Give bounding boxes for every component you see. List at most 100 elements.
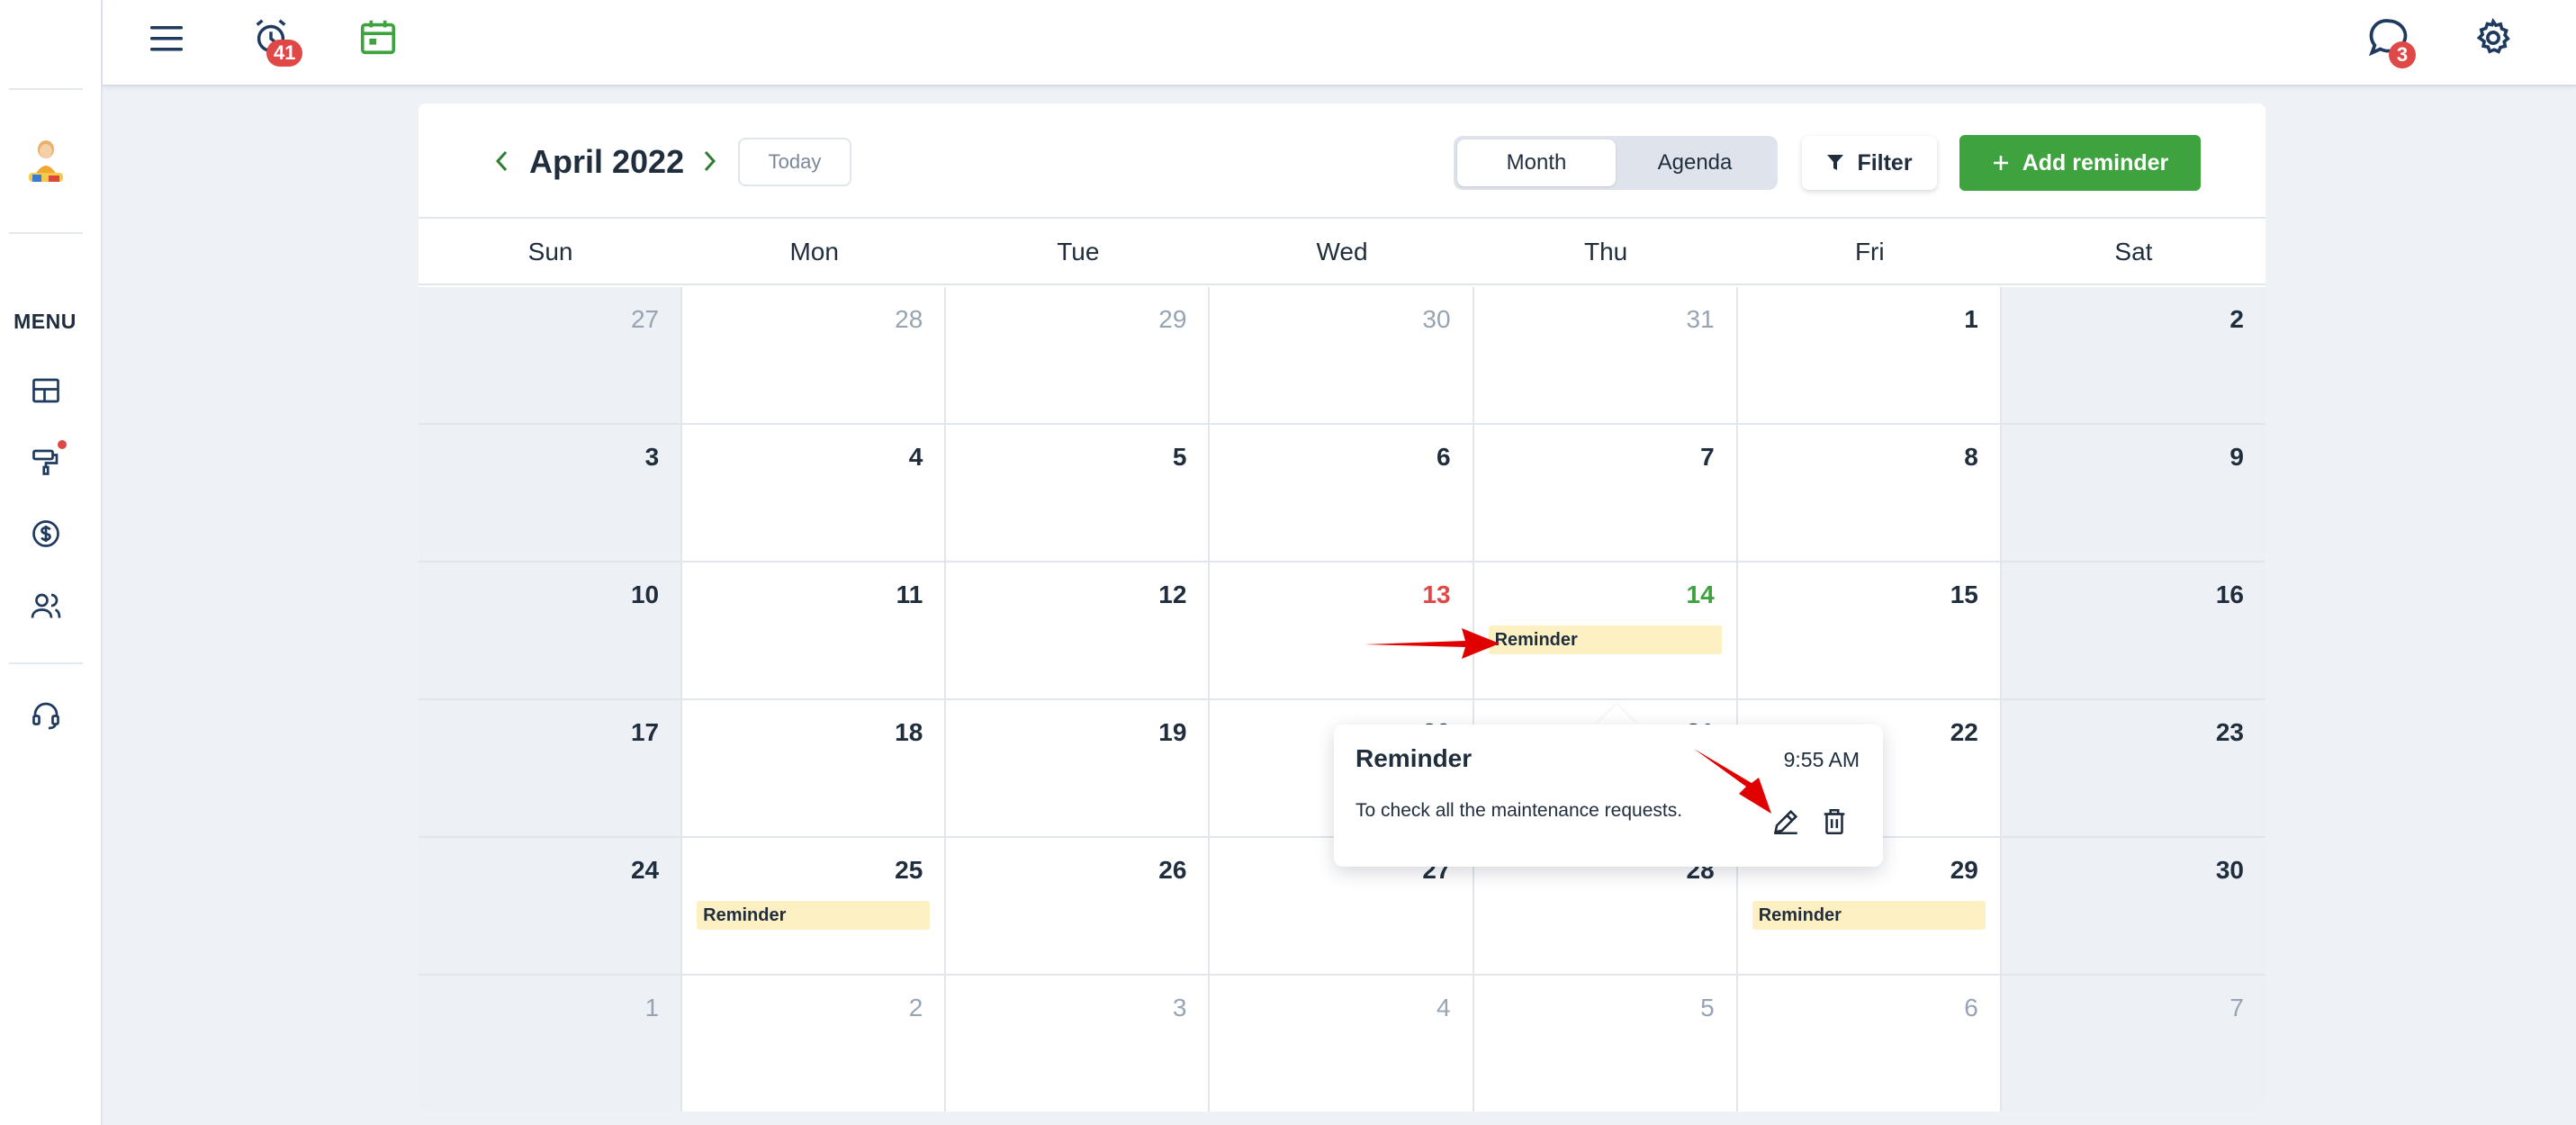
day-cell[interactable]: 30	[2001, 838, 2265, 976]
day-cell[interactable]: 15	[1737, 562, 2002, 700]
day-cell[interactable]: 18	[682, 700, 947, 838]
headset-icon[interactable]	[29, 698, 63, 732]
day-cell[interactable]: 2	[2001, 287, 2265, 425]
day-cell[interactable]: 23	[2001, 700, 2265, 838]
day-cell[interactable]: 16	[2001, 562, 2265, 700]
day-number: 13	[1422, 580, 1451, 608]
day-number: 15	[1950, 580, 1978, 608]
day-cell[interactable]: 4	[682, 425, 947, 562]
reminder-event[interactable]: Reminder	[1752, 901, 1986, 930]
settings-gear-icon[interactable]	[2470, 14, 2517, 61]
weekday-label: Fri	[1854, 238, 1885, 266]
sidebar: MENU	[0, 0, 103, 1125]
day-cell[interactable]: 6	[1210, 425, 1474, 562]
month-view-button[interactable]: Month	[1457, 140, 1616, 186]
dashboard-icon[interactable]	[29, 374, 63, 408]
users-icon[interactable]	[29, 589, 63, 623]
day-number: 11	[896, 580, 923, 608]
day-cell[interactable]: 1	[419, 976, 683, 1112]
weekday-header: Sun Mon Tue Wed Thu Fri Sat	[419, 220, 2265, 285]
day-cell[interactable]: 11	[682, 562, 947, 700]
day-cell[interactable]: 12	[946, 562, 1211, 700]
reminder-popover: Reminder 9:55 AM To check all the mainte…	[1334, 724, 1883, 867]
day-cell[interactable]: 28	[682, 287, 947, 425]
reminder-event[interactable]: Reminder	[697, 901, 931, 930]
day-number: 29	[1158, 305, 1187, 333]
day-number: 19	[1158, 718, 1187, 746]
filter-button[interactable]: Filter	[1802, 136, 1937, 190]
day-cell[interactable]: 8	[1737, 425, 2002, 562]
avatar[interactable]	[25, 137, 67, 189]
day-cell[interactable]: 24	[419, 838, 683, 976]
day-number: 3	[1172, 994, 1187, 1022]
popover-caret	[1595, 705, 1638, 726]
day-number: 24	[630, 856, 660, 884]
plus-icon	[1993, 156, 2008, 170]
day-cell[interactable]: 30	[1210, 287, 1474, 425]
hamburger-menu-icon[interactable]	[144, 18, 189, 59]
pencil-icon	[1774, 809, 1798, 835]
chat-badge: 3	[2389, 41, 2416, 68]
add-reminder-button[interactable]: Add reminder	[1959, 135, 2201, 191]
day-number: 17	[630, 718, 660, 746]
day-cell[interactable]: 5	[1473, 976, 1738, 1112]
day-number: 9	[2229, 443, 2244, 471]
day-cell[interactable]: 3	[946, 976, 1211, 1112]
weekday-label: Tue	[1057, 238, 1100, 266]
month-grid: 27 28 29 30 31 1 2 3 4 5 6 7 8 9 10 11 12 13 14 Reminder 15 1…	[419, 287, 2265, 1112]
day-cell[interactable]: 6	[1737, 976, 2002, 1112]
day-number: 8	[1964, 443, 1978, 471]
day-cell[interactable]: 1	[1737, 287, 2002, 425]
menu-label: MENU	[14, 310, 77, 333]
day-cell[interactable]: 17	[419, 700, 683, 838]
day-number: 1	[644, 994, 660, 1022]
day-cell[interactable]: 2	[682, 976, 947, 1112]
day-number: 7	[1700, 443, 1715, 471]
today-button[interactable]: Today	[738, 138, 851, 186]
day-number: 27	[630, 305, 660, 333]
day-cell[interactable]: 27	[419, 287, 683, 425]
day-cell[interactable]: 7	[1473, 425, 1738, 562]
dollar-icon[interactable]	[29, 517, 63, 551]
day-cell[interactable]: 7	[2001, 976, 2265, 1112]
day-number: 10	[630, 580, 660, 608]
trash-icon	[1824, 808, 1845, 835]
day-number: 14	[1686, 580, 1715, 608]
edit-button[interactable]	[1768, 804, 1804, 840]
day-number: 18	[895, 718, 923, 746]
day-cell[interactable]: 4	[1210, 976, 1474, 1112]
day-number: 1	[1964, 305, 1978, 333]
weekday-label: Mon	[789, 238, 839, 266]
alarm-badge: 41	[266, 40, 303, 67]
day-number: 3	[644, 443, 660, 471]
popover-title: Reminder	[1356, 744, 1473, 772]
view-toggle: Month Agenda	[1454, 136, 1778, 190]
day-cell[interactable]: 19	[946, 700, 1211, 838]
day-number: 31	[1686, 305, 1715, 333]
day-number: 29	[1950, 856, 1978, 884]
day-cell[interactable]: 14 Reminder	[1473, 562, 1738, 700]
day-number: 16	[2215, 580, 2244, 608]
day-number: 4	[908, 443, 923, 471]
reminder-event[interactable]: Reminder	[1488, 626, 1722, 654]
day-cell[interactable]: 5	[946, 425, 1211, 562]
day-cell[interactable]: 10	[419, 562, 683, 700]
day-cell[interactable]: 25 Reminder	[682, 838, 947, 976]
day-cell[interactable]: 9	[2001, 425, 2265, 562]
delete-button[interactable]	[1816, 804, 1852, 840]
notification-dot	[58, 440, 67, 449]
prev-month-button[interactable]	[487, 143, 518, 179]
filter-label: Filter	[1857, 149, 1913, 176]
chevron-left-icon	[495, 150, 508, 172]
agenda-view-button[interactable]: Agenda	[1616, 140, 1774, 186]
day-number: 2	[908, 994, 923, 1022]
day-number: 12	[1158, 580, 1187, 608]
day-cell[interactable]: 29	[946, 287, 1211, 425]
day-cell[interactable]: 31	[1473, 287, 1738, 425]
next-month-button[interactable]	[694, 143, 725, 179]
day-cell[interactable]: 26	[946, 838, 1211, 976]
day-cell[interactable]: 13	[1210, 562, 1474, 700]
maintenance-icon[interactable]	[29, 445, 63, 479]
calendar-icon[interactable]	[355, 14, 401, 59]
day-cell[interactable]: 3	[419, 425, 683, 562]
